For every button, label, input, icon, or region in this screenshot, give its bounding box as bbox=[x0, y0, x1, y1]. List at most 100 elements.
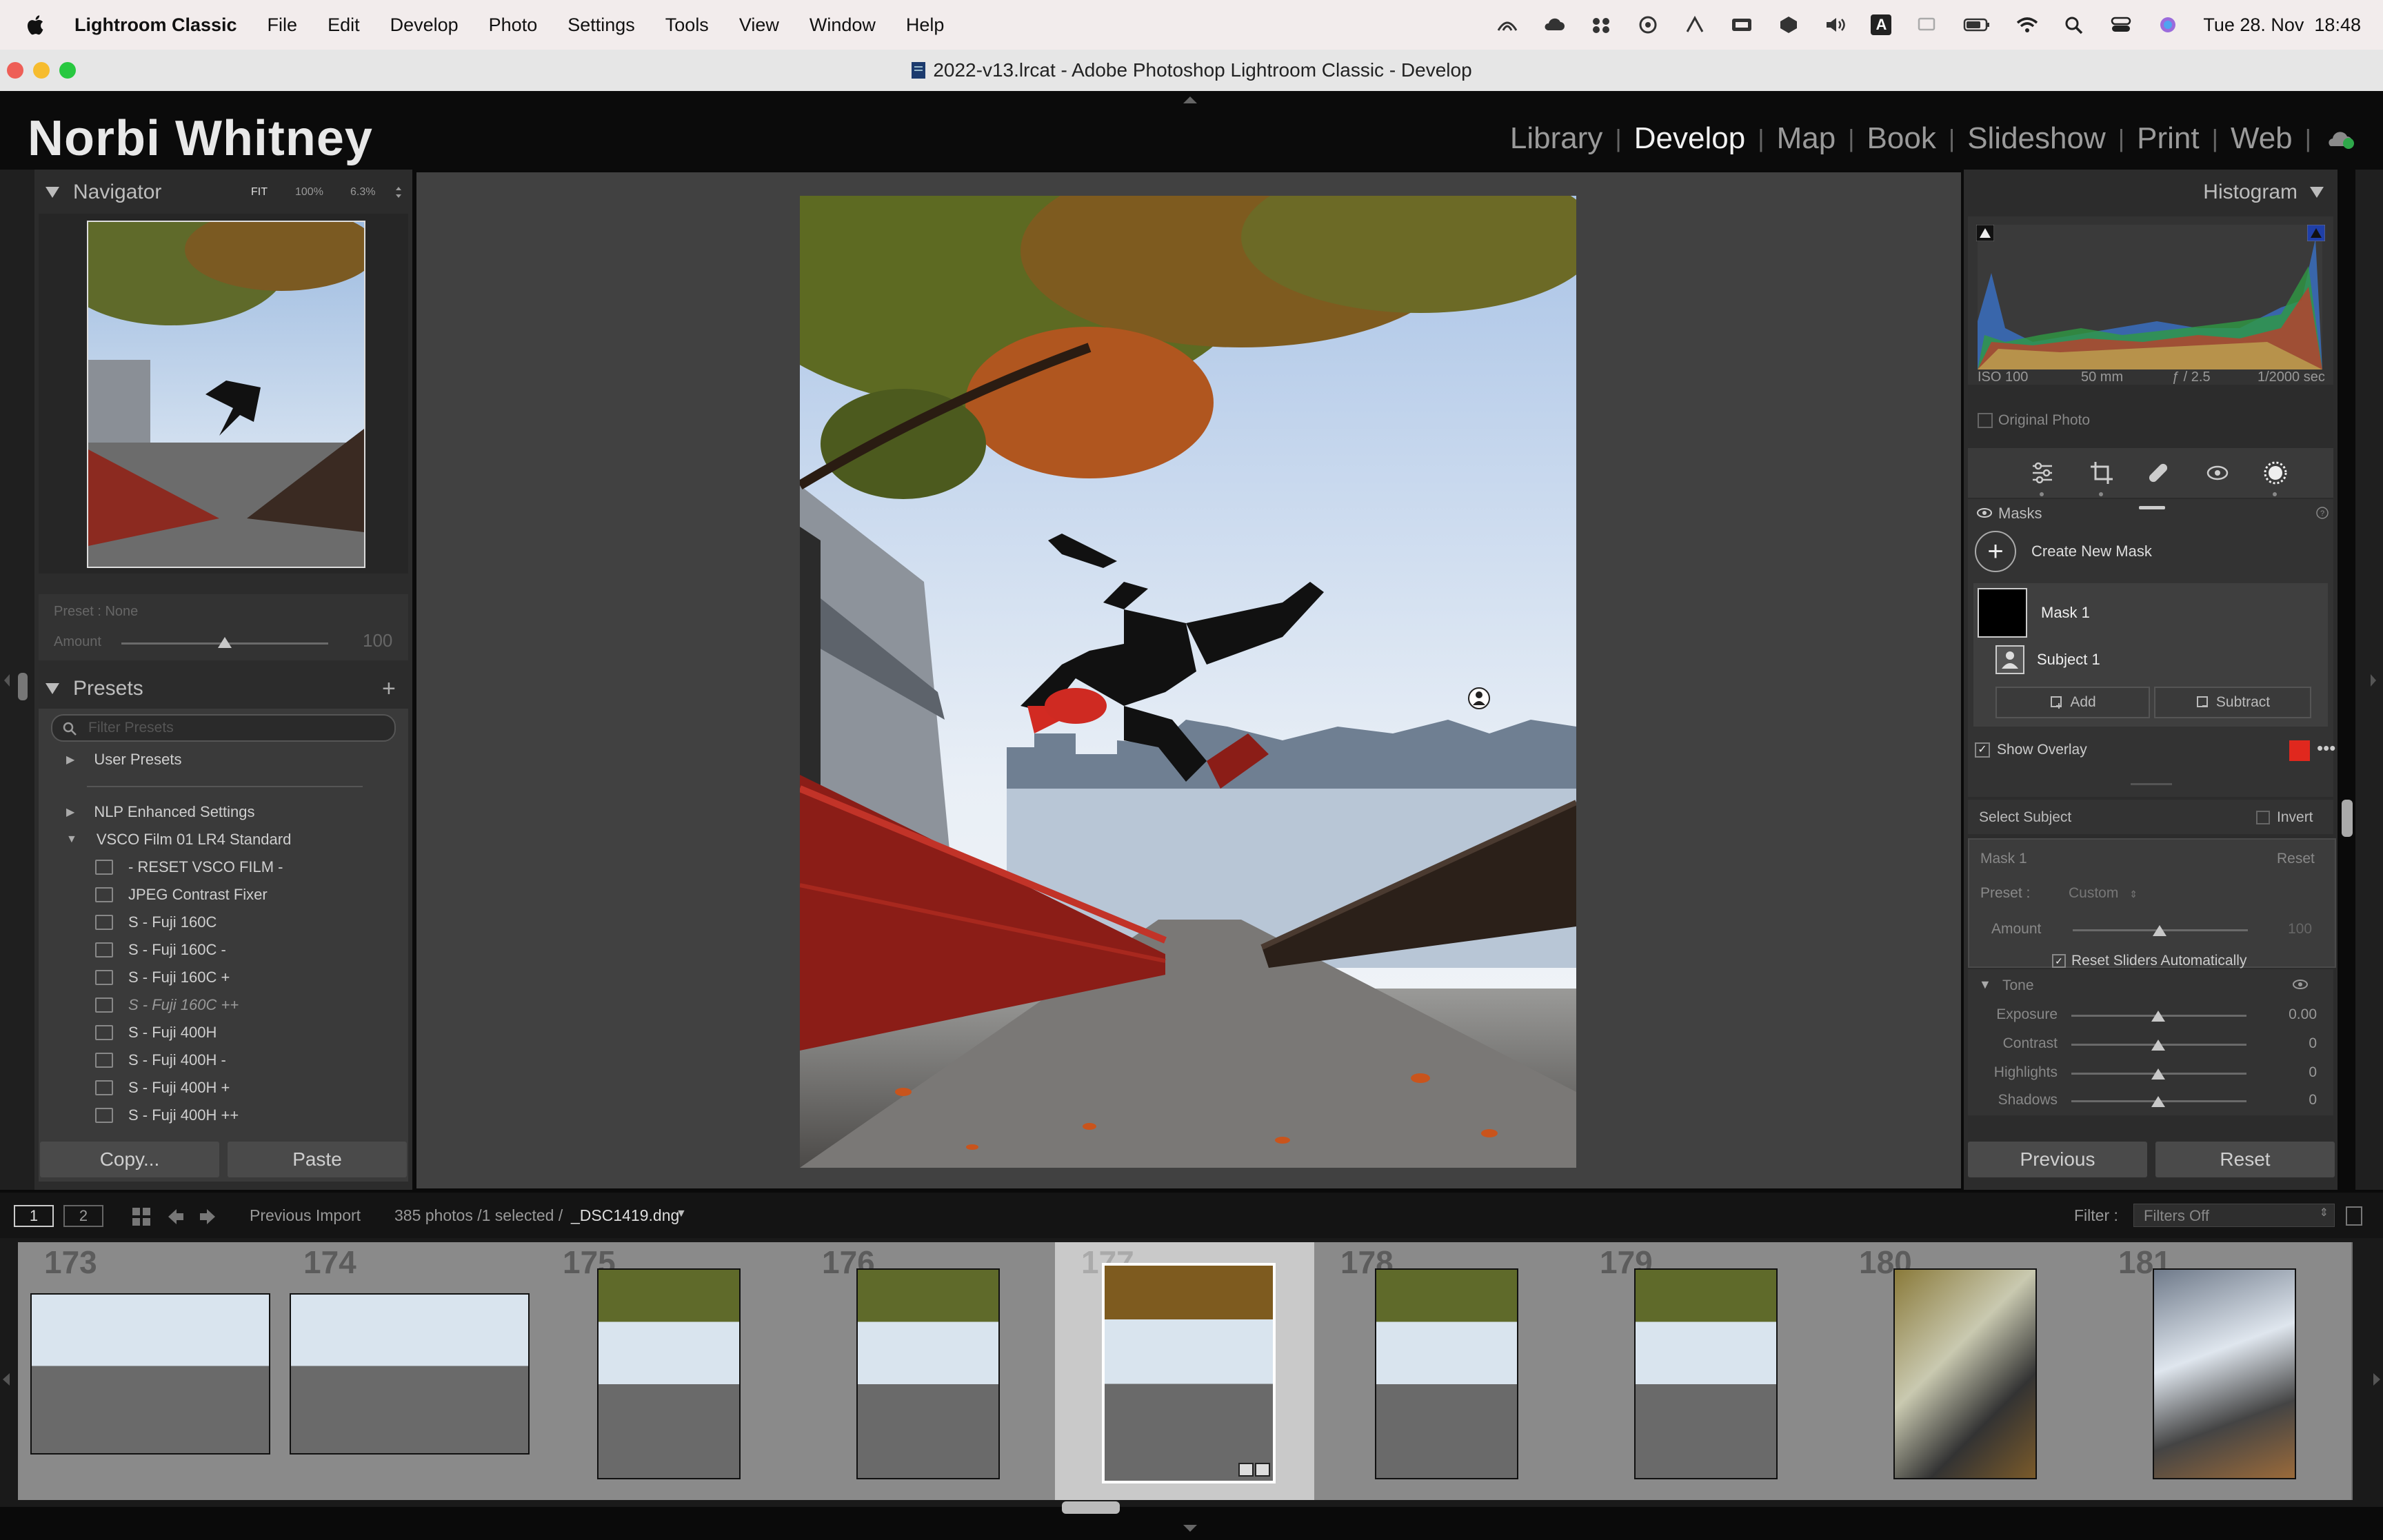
display-icon[interactable] bbox=[1915, 15, 1938, 34]
original-photo-toggle[interactable]: Original Photo bbox=[1978, 412, 2090, 429]
module-library[interactable]: Library bbox=[1510, 121, 1603, 156]
top-panel-toggle-icon[interactable] bbox=[1182, 95, 1198, 105]
main-window-button[interactable]: 1 bbox=[14, 1205, 54, 1227]
right-panel-scrollbar[interactable] bbox=[2342, 800, 2353, 837]
invert-checkbox[interactable] bbox=[2256, 811, 2270, 824]
module-develop[interactable]: Develop bbox=[1634, 121, 1745, 156]
module-slideshow[interactable]: Slideshow bbox=[1967, 121, 2106, 156]
mask-pin-icon[interactable] bbox=[1467, 687, 1491, 710]
filmstrip-scroll-left-icon[interactable] bbox=[1, 1372, 11, 1387]
show-overlay-checkbox[interactable]: ✓ bbox=[1975, 742, 1990, 758]
healing-icon[interactable] bbox=[2146, 460, 2171, 485]
mask-amount-knob[interactable] bbox=[2153, 925, 2166, 936]
reset-button[interactable]: Reset bbox=[2155, 1142, 2335, 1177]
preset-item[interactable]: S - Fuji 400H - bbox=[95, 1046, 226, 1074]
filter-dropdown[interactable]: Filters Off ⇕ bbox=[2133, 1204, 2335, 1227]
navigator-preview-area[interactable] bbox=[39, 214, 408, 574]
zoom-stepper-icon[interactable] bbox=[394, 185, 403, 200]
contrast-knob[interactable] bbox=[2151, 1040, 2165, 1051]
right-panel-toggle-icon[interactable] bbox=[2369, 673, 2377, 688]
menubar-clock[interactable]: Tue 28. Nov 18:48 bbox=[2203, 14, 2361, 36]
filmstrip-cell[interactable]: 174 bbox=[277, 1242, 538, 1500]
mask-subtract-button[interactable]: Subtract bbox=[2154, 687, 2311, 718]
back-arrow-icon[interactable] bbox=[165, 1206, 186, 1227]
apple-menu-icon[interactable] bbox=[26, 13, 47, 37]
filmstrip-scrollbar-thumb[interactable] bbox=[1062, 1501, 1120, 1514]
preset-group-nlp[interactable]: ▶ NLP Enhanced Settings bbox=[66, 798, 255, 826]
grid-view-icon[interactable] bbox=[131, 1206, 152, 1227]
reset-sliders-checkbox[interactable]: ✓ bbox=[2052, 954, 2066, 968]
filmstrip-source[interactable]: Previous Import bbox=[250, 1206, 361, 1225]
copy-settings-button[interactable]: Copy... bbox=[40, 1142, 219, 1177]
preset-item[interactable]: S - Fuji 160C + bbox=[95, 964, 230, 991]
battery-icon[interactable] bbox=[1962, 15, 1992, 34]
edit-sliders-icon[interactable] bbox=[2030, 460, 2055, 485]
module-print[interactable]: Print bbox=[2137, 121, 2199, 156]
zoom-fit[interactable]: FIT bbox=[251, 186, 268, 199]
filmstrip-cell[interactable]: 173 bbox=[18, 1242, 279, 1500]
filename-dropdown-icon[interactable]: ▼ bbox=[676, 1208, 687, 1220]
status-app-icon-3[interactable] bbox=[1636, 15, 1660, 34]
status-app-icon-4[interactable] bbox=[1683, 15, 1707, 34]
help-icon[interactable]: ? bbox=[2315, 506, 2329, 520]
photo-thumbnail[interactable] bbox=[2153, 1268, 2296, 1479]
preset-item[interactable]: JPEG Contrast Fixer bbox=[95, 881, 268, 909]
image-canvas[interactable] bbox=[416, 172, 1961, 1188]
histogram-graph[interactable] bbox=[1978, 225, 2322, 369]
status-app-icon-1[interactable] bbox=[1496, 15, 1519, 34]
module-book[interactable]: Book bbox=[1867, 121, 1936, 156]
filmstrip-cell[interactable]: 176 bbox=[796, 1242, 1056, 1500]
mask-preset-dropdown[interactable]: Custom ⇕ bbox=[2069, 885, 2138, 902]
presets-header[interactable]: Presets + bbox=[34, 670, 412, 707]
menu-help[interactable]: Help bbox=[906, 14, 945, 36]
filmstrip-cell[interactable]: 179 bbox=[1573, 1242, 1834, 1500]
mask-component-item[interactable]: Subject 1 bbox=[1995, 645, 2320, 674]
previous-button[interactable]: Previous bbox=[1968, 1142, 2147, 1177]
mask-add-button[interactable]: Add bbox=[1995, 687, 2150, 718]
menu-app-name[interactable]: Lightroom Classic bbox=[74, 14, 237, 36]
preset-item[interactable]: S - Fuji 400H + bbox=[95, 1074, 230, 1102]
menu-edit[interactable]: Edit bbox=[328, 14, 360, 36]
preset-item[interactable]: S - Fuji 400H ++ bbox=[95, 1102, 239, 1129]
tone-visibility-icon[interactable] bbox=[2292, 979, 2309, 990]
menu-settings[interactable]: Settings bbox=[567, 14, 635, 36]
navigator-thumbnail[interactable] bbox=[87, 221, 365, 568]
more-options-icon[interactable]: ••• bbox=[2317, 738, 2335, 759]
zoom-custom[interactable]: 6.3% bbox=[350, 186, 375, 199]
photo-thumbnail[interactable] bbox=[1634, 1268, 1778, 1479]
collapse-triangle-icon[interactable]: ▼ bbox=[1979, 977, 1991, 992]
red-eye-icon[interactable] bbox=[2205, 460, 2230, 485]
overlay-color-swatch[interactable] bbox=[2289, 740, 2310, 761]
mask-item[interactable]: Mask 1 bbox=[1978, 587, 2322, 638]
shadows-knob[interactable] bbox=[2151, 1096, 2165, 1107]
spotlight-search-icon[interactable] bbox=[2062, 15, 2086, 34]
shadow-clipping-indicator[interactable] bbox=[1976, 225, 1994, 241]
photo-thumbnail[interactable] bbox=[30, 1293, 270, 1455]
exposure-knob[interactable] bbox=[2151, 1011, 2165, 1022]
main-photo[interactable] bbox=[800, 196, 1576, 1168]
menu-window[interactable]: Window bbox=[810, 14, 876, 36]
wifi-icon[interactable] bbox=[2015, 15, 2039, 34]
photo-thumbnail[interactable] bbox=[1375, 1268, 1518, 1479]
preset-item[interactable]: S - Fuji 160C bbox=[95, 909, 217, 936]
masks-panel-resize-handle[interactable] bbox=[2131, 783, 2172, 785]
filmstrip-cell-selected[interactable]: 177 bbox=[1055, 1242, 1316, 1500]
zoom-100[interactable]: 100% bbox=[295, 186, 323, 199]
shadows-value[interactable]: 0 bbox=[2309, 1092, 2317, 1108]
filmstrip-scroll-right-icon[interactable] bbox=[2372, 1372, 2382, 1387]
preset-filter-field[interactable]: Filter Presets bbox=[51, 714, 396, 742]
input-source-indicator[interactable]: A bbox=[1871, 14, 1892, 35]
filmstrip-cell[interactable]: 181 bbox=[2092, 1242, 2353, 1500]
original-photo-checkbox[interactable] bbox=[1978, 413, 1993, 428]
filmstrip-cell[interactable]: 178 bbox=[1314, 1242, 1575, 1500]
filter-lock-icon[interactable] bbox=[2346, 1206, 2362, 1226]
crop-icon[interactable] bbox=[2089, 460, 2114, 485]
photo-thumbnail[interactable] bbox=[597, 1268, 741, 1479]
left-panel-toggle-icon[interactable] bbox=[3, 673, 11, 688]
siri-icon[interactable] bbox=[2156, 15, 2180, 34]
histogram-header[interactable]: Histogram bbox=[1964, 174, 2337, 211]
masks-visibility-icon[interactable] bbox=[1976, 507, 1993, 518]
masking-icon[interactable] bbox=[2262, 459, 2289, 487]
control-center-icon[interactable] bbox=[2109, 15, 2133, 34]
photo-thumbnail[interactable] bbox=[1102, 1263, 1276, 1483]
